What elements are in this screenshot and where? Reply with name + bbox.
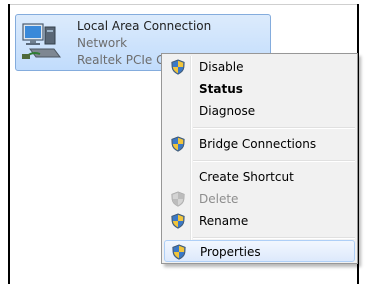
menu-item-label: Disable	[199, 60, 244, 74]
menu-item-diagnose[interactable]: Diagnose	[164, 100, 355, 122]
menu-item-label: Bridge Connections	[199, 137, 317, 151]
menu-separator	[193, 160, 355, 162]
context-menu: Disable Status Diagnose Bridge Connectio…	[161, 53, 358, 264]
menu-item-create-shortcut[interactable]: Create Shortcut	[164, 166, 355, 188]
menu-item-label: Create Shortcut	[199, 170, 294, 184]
menu-item-disable[interactable]: Disable	[164, 56, 355, 78]
network-adapter-icon	[22, 23, 61, 59]
uac-shield-icon	[170, 191, 186, 207]
uac-shield-icon	[171, 244, 187, 260]
menu-item-label: Status	[199, 82, 243, 96]
menu-item-rename[interactable]: Rename	[164, 210, 355, 232]
uac-shield-icon	[170, 213, 186, 229]
connection-type: Network	[77, 36, 128, 50]
window-top-edge	[8, 4, 359, 5]
menu-separator	[193, 237, 355, 239]
menu-item-label: Diagnose	[199, 104, 256, 118]
connection-name: Local Area Connection	[77, 19, 212, 33]
menu-item-label: Delete	[199, 192, 239, 206]
menu-item-bridge-connections[interactable]: Bridge Connections	[164, 133, 355, 155]
connection-device: Realtek PCIe GB	[77, 53, 174, 67]
menu-item-properties[interactable]: Properties	[164, 240, 355, 262]
menu-item-delete: Delete	[164, 188, 355, 210]
uac-shield-icon	[170, 136, 186, 152]
menu-item-status[interactable]: Status	[164, 78, 355, 100]
menu-separator	[193, 127, 355, 129]
menu-item-label: Properties	[200, 245, 261, 259]
window-left-border	[8, 4, 10, 284]
uac-shield-icon	[170, 59, 186, 75]
menu-item-label: Rename	[199, 214, 249, 228]
